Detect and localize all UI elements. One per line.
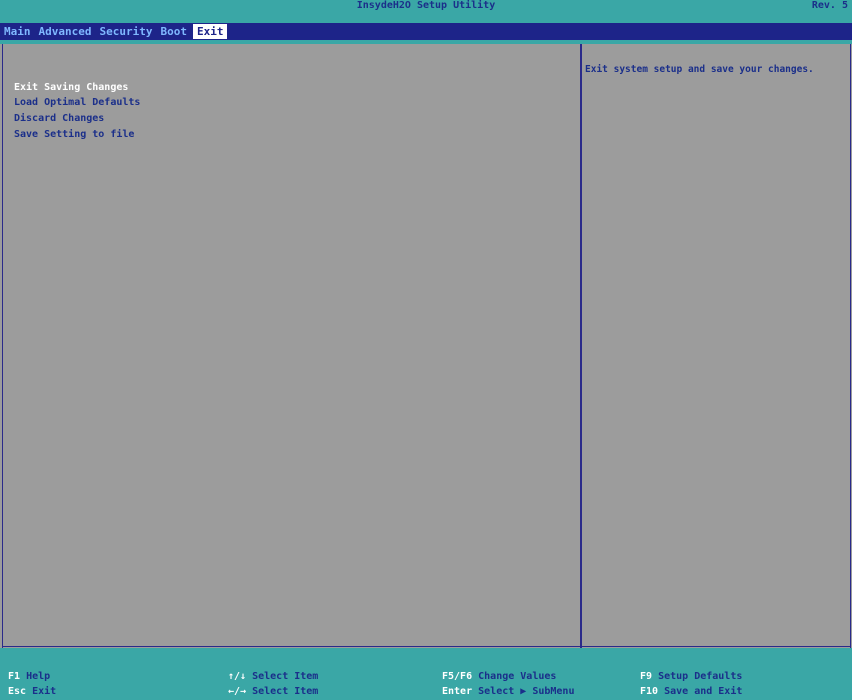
save-and-exit-desc: Save and Exit	[664, 686, 743, 697]
right-panel-border	[850, 44, 851, 648]
help-panel: Exit system setup and save your changes.	[582, 44, 850, 648]
title-bar: InsydeH2O Setup Utility Rev. 5	[0, 0, 852, 11]
footer-exit: Esc Exit	[8, 686, 56, 697]
f5-f6-key-label: F5/F6	[442, 671, 473, 682]
bios-setup-screen: InsydeH2O Setup Utility Rev. 5 Main Adva…	[0, 0, 852, 700]
tab-boot[interactable]: Boot	[156, 24, 191, 39]
up-down-key-label: ↑/↓	[228, 671, 247, 682]
select-item-desc: Select Item	[252, 671, 319, 682]
tab-exit[interactable]: Exit	[192, 24, 228, 39]
exit-options-panel: Exit Saving Changes Load Optimal Default…	[6, 44, 580, 648]
main-panel: Exit Saving Changes Load Optimal Default…	[0, 44, 852, 648]
exit-desc: Exit	[32, 686, 57, 697]
discard-changes-item[interactable]: Discard Changes	[14, 113, 104, 124]
key-legend-footer: F1 Help Esc Exit ↑/↓ Select Item ←/→ Sel…	[0, 648, 852, 700]
f10-key-label: F10	[640, 686, 659, 697]
menu-tabs: Main Advanced Security Boot Exit	[0, 23, 852, 40]
footer-save-and-exit: F10 Save and Exit	[640, 686, 742, 697]
load-optimal-defaults-item[interactable]: Load Optimal Defaults	[14, 97, 140, 108]
f1-key-label: F1	[8, 671, 21, 682]
footer-select-item-vertical: ↑/↓ Select Item	[228, 671, 318, 682]
tab-security[interactable]: Security	[95, 24, 156, 39]
revision-label: Rev. 5	[811, 0, 848, 11]
help-text: Exit system setup and save your changes.	[585, 64, 814, 75]
tab-advanced[interactable]: Advanced	[35, 24, 96, 39]
exit-saving-changes-item[interactable]: Exit Saving Changes	[14, 82, 128, 93]
footer-help: F1 Help	[8, 671, 50, 682]
esc-key-label: Esc	[8, 686, 27, 697]
save-setting-to-file-item[interactable]: Save Setting to file	[14, 129, 134, 140]
menu-bar: Main Advanced Security Boot Exit	[0, 11, 852, 44]
left-right-key-label: ←/→	[228, 686, 247, 697]
footer-setup-defaults: F9 Setup Defaults	[640, 671, 742, 682]
enter-key-label: Enter	[442, 686, 473, 697]
footer-select-item-horizontal: ←/→ Select Item	[228, 686, 318, 697]
select-submenu-desc: Select ▶ SubMenu	[478, 686, 575, 697]
change-values-desc: Change Values	[478, 671, 557, 682]
select-item-desc: Select Item	[252, 686, 319, 697]
panel-bottom-border	[2, 646, 850, 647]
tab-main[interactable]: Main	[0, 24, 35, 39]
help-desc: Help	[26, 671, 51, 682]
footer-change-values: F5/F6 Change Values	[442, 671, 556, 682]
left-panel-border	[2, 44, 3, 648]
footer-select-submenu: Enter Select ▶ SubMenu	[442, 686, 574, 697]
f9-key-label: F9	[640, 671, 653, 682]
setup-defaults-desc: Setup Defaults	[658, 671, 743, 682]
setup-utility-title: InsydeH2O Setup Utility	[356, 0, 496, 11]
